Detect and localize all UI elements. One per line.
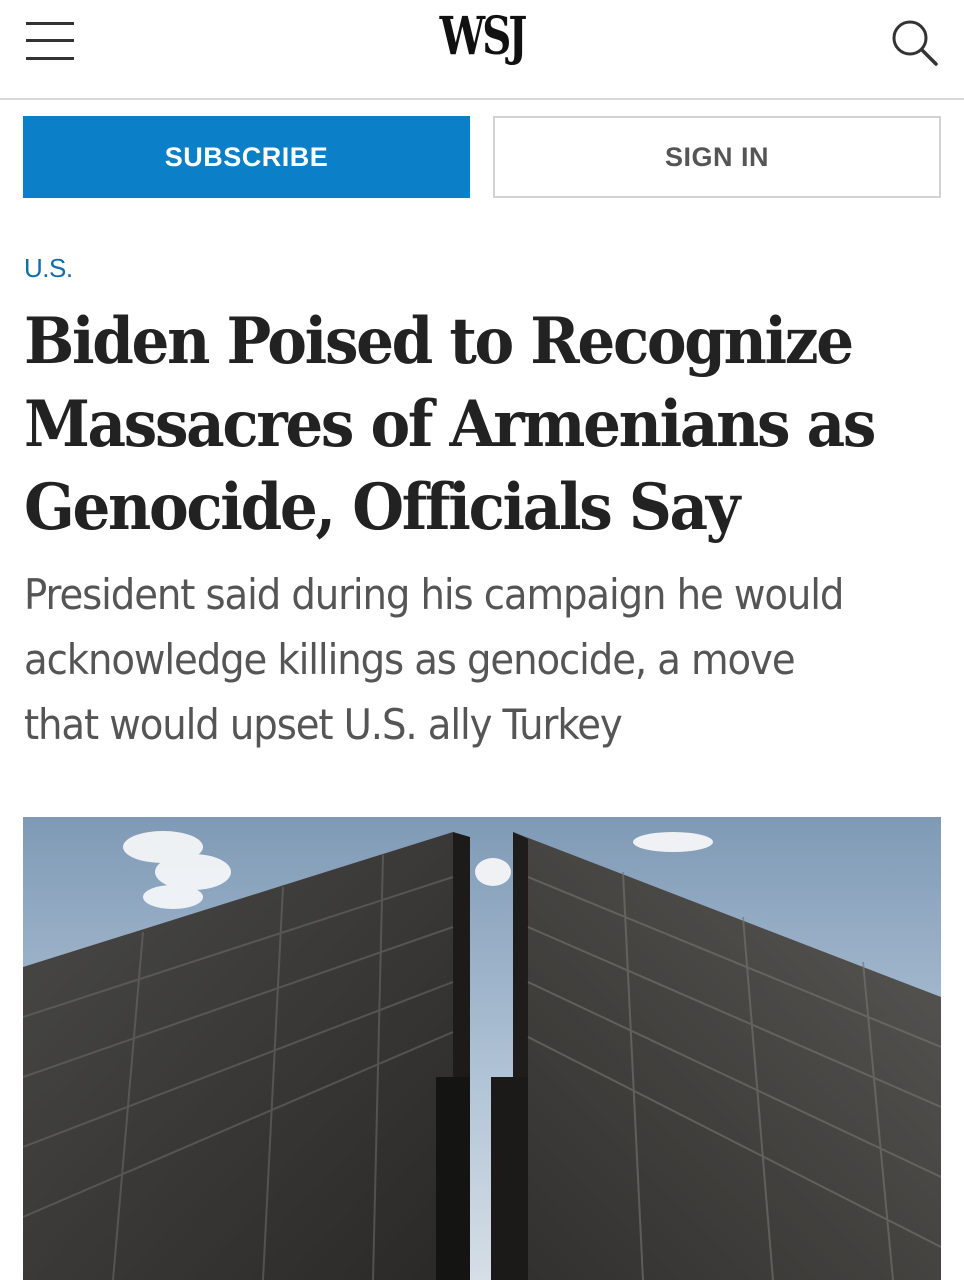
memorial-photo	[23, 817, 941, 1280]
headline-line: Biden Poised to Recognize	[24, 304, 854, 379]
article-dek: President said during his campaign he wo…	[24, 562, 953, 757]
headline-line: Genocide, Officials Say	[24, 470, 740, 545]
wsj-logo[interactable]: WSJ	[106, 6, 858, 67]
headline-line: Massacres of Armenians as	[24, 387, 876, 462]
menu-line	[26, 39, 74, 42]
dek-line: acknowledge killings as genocide, a move	[24, 635, 796, 684]
dek-line: that would upset U.S. ally Turkey	[24, 700, 623, 749]
section-link-us[interactable]: U.S.	[24, 253, 73, 284]
menu-line	[26, 57, 74, 60]
article-hero-image[interactable]	[23, 817, 941, 1280]
hamburger-menu-icon[interactable]	[26, 20, 76, 64]
subscribe-button[interactable]: SUBSCRIBE	[23, 116, 470, 198]
top-nav-bar: WSJ	[0, 0, 964, 100]
menu-line	[26, 22, 74, 25]
article-headline: Biden Poised to Recognize Massacres of A…	[24, 300, 935, 549]
search-icon[interactable]	[888, 16, 940, 68]
dek-line: President said during his campaign he wo…	[24, 570, 844, 619]
sign-in-button[interactable]: SIGN IN	[493, 116, 941, 198]
